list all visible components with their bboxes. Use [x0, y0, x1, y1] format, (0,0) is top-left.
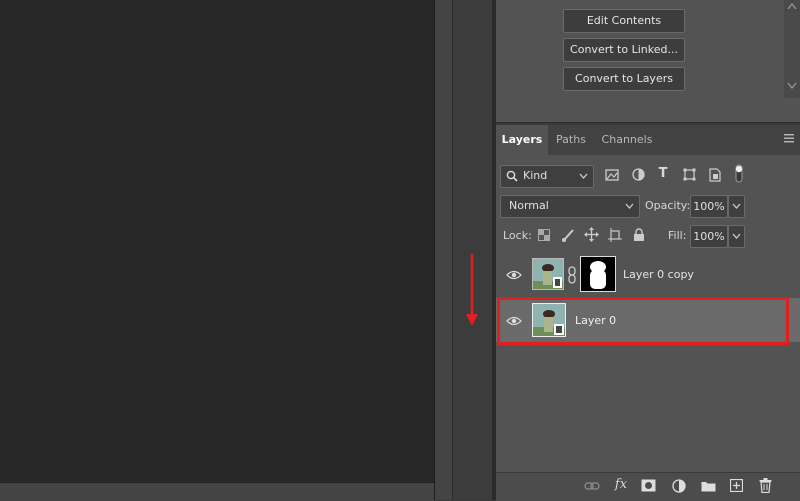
filter-smart-object-icon[interactable]: [709, 168, 721, 182]
blend-mode-select[interactable]: Normal: [500, 195, 640, 218]
vertical-scrollbar[interactable]: [434, 0, 453, 500]
opacity-label: Opacity:: [645, 199, 691, 212]
tab-paths[interactable]: Paths: [548, 125, 594, 155]
lock-all-icon[interactable]: [633, 228, 645, 242]
link-layers-icon[interactable]: [584, 480, 600, 492]
chevron-down-icon: [579, 173, 588, 179]
layer-filter-kind-select[interactable]: Kind: [500, 165, 594, 188]
properties-scrollbar[interactable]: [784, 0, 800, 98]
adjustment-layer-icon[interactable]: [672, 479, 686, 493]
fill-dropdown[interactable]: [728, 225, 745, 248]
filter-shape-layer-icon[interactable]: [683, 168, 696, 181]
fill-label: Fill:: [668, 229, 687, 242]
selection-highlight-box: [497, 297, 789, 345]
filter-type-layer-icon[interactable]: T: [656, 166, 670, 181]
filter-pixel-layer-icon[interactable]: [605, 169, 619, 181]
layer-mask-thumbnail[interactable]: [580, 256, 616, 292]
chevron-down-icon[interactable]: [787, 82, 797, 90]
fill-input[interactable]: 100%: [690, 225, 728, 248]
chevron-down-icon: [732, 203, 741, 209]
chain-link-icon[interactable]: [567, 266, 577, 284]
panel-menu-icon[interactable]: [782, 132, 796, 148]
document-canvas[interactable]: [0, 0, 434, 482]
new-group-folder-icon[interactable]: [701, 480, 716, 492]
horizontal-scrollbar[interactable]: [0, 482, 434, 501]
layer-name[interactable]: Layer 0 copy: [623, 268, 694, 281]
down-arrow-annotation: [466, 254, 478, 326]
blend-mode-value: Normal: [509, 199, 549, 212]
lock-position-icon[interactable]: [584, 227, 599, 242]
new-layer-icon[interactable]: [730, 479, 743, 492]
layer-row-layer-0-copy[interactable]: Layer 0 copy: [496, 252, 800, 298]
tab-layers[interactable]: Layers: [496, 125, 548, 155]
chevron-down-icon: [625, 203, 634, 209]
lock-image-pixels-icon[interactable]: [561, 228, 575, 242]
convert-to-layers-button[interactable]: Convert to Layers: [563, 67, 685, 91]
filter-adjustment-layer-icon[interactable]: [632, 168, 645, 181]
lock-artboard-icon[interactable]: [608, 228, 622, 242]
panel-dock-gutter: [452, 0, 493, 500]
filter-toggle-icon[interactable]: [734, 164, 744, 184]
tab-channels[interactable]: Channels: [594, 125, 660, 155]
edit-contents-button[interactable]: Edit Contents: [563, 9, 685, 33]
trash-icon[interactable]: [759, 478, 772, 493]
opacity-dropdown[interactable]: [728, 195, 745, 218]
add-mask-icon[interactable]: [641, 479, 656, 492]
lock-label: Lock:: [503, 229, 532, 242]
convert-to-linked-button[interactable]: Convert to Linked...: [563, 38, 685, 62]
eye-icon[interactable]: [506, 270, 522, 280]
opacity-input[interactable]: 100%: [690, 195, 728, 218]
chevron-down-icon: [732, 233, 741, 239]
fx-icon[interactable]: fx: [612, 477, 630, 492]
chevron-up-icon[interactable]: [787, 2, 797, 10]
lock-transparent-pixels-icon[interactable]: [538, 229, 550, 241]
filter-kind-label: Kind: [523, 169, 548, 182]
search-icon: [506, 170, 518, 182]
layer-thumbnail[interactable]: [532, 258, 564, 290]
